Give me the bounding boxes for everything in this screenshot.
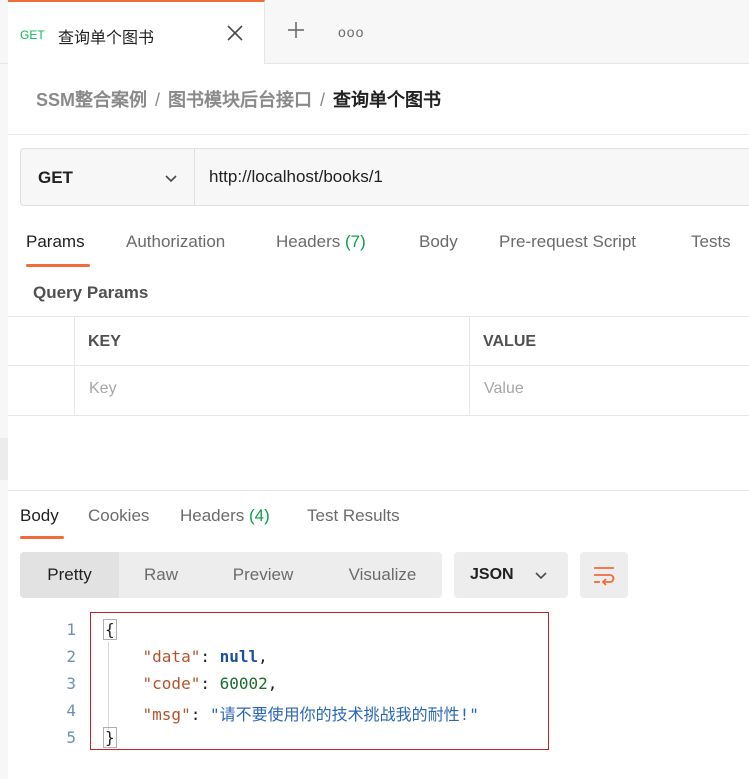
url-bar: GET http://localhost/books/1 — [20, 148, 749, 206]
format-preview-button[interactable]: Preview — [203, 552, 323, 598]
more-tabs-icon[interactable]: ooo — [338, 24, 364, 40]
method-select[interactable]: GET — [21, 149, 195, 205]
headers-count: (7) — [345, 232, 366, 251]
gutter-mark — [0, 438, 8, 480]
chevron-down-icon — [165, 175, 177, 183]
response-tab-cookies[interactable]: Cookies — [88, 506, 149, 526]
tab-authorization[interactable]: Authorization — [126, 232, 225, 252]
table-row-divider — [8, 365, 749, 366]
tab-title: 查询单个图书 — [58, 30, 155, 47]
active-response-tab-indicator — [20, 536, 64, 539]
breadcrumb-separator: / — [155, 90, 161, 110]
line-number: 2 — [66, 647, 76, 666]
tab-label: Pre-request Script — [499, 232, 636, 251]
breadcrumb-separator: / — [320, 90, 326, 110]
language-label: JSON — [470, 566, 514, 583]
param-value-input[interactable]: Value — [484, 380, 524, 398]
plus-icon[interactable] — [286, 20, 306, 40]
url-input[interactable]: http://localhost/books/1 — [209, 167, 383, 187]
breadcrumb: SSM整合案例 / 图书模块后台接口 / 查询单个图书 — [36, 86, 441, 112]
tab-label: Params — [26, 232, 85, 251]
format-toggle-group: Pretty Raw Preview Visualize — [20, 552, 442, 598]
column-header-value: VALUE — [483, 333, 537, 350]
tab-bar: GET 查询单个图书 ooo — [0, 0, 749, 64]
divider — [8, 490, 749, 491]
table-column-divider — [469, 317, 470, 415]
response-tab-body[interactable]: Body — [20, 506, 59, 526]
line-number: 1 — [66, 620, 76, 639]
tab-body[interactable]: Body — [419, 232, 458, 252]
wrap-lines-button[interactable] — [580, 552, 628, 598]
line-number: 4 — [66, 701, 76, 720]
divider — [8, 134, 749, 135]
query-params-title: Query Params — [33, 283, 149, 302]
tab-label: Tests — [691, 232, 731, 251]
tab-label: Headers — [276, 232, 341, 251]
highlight-box — [90, 612, 549, 750]
format-raw-button[interactable]: Raw — [119, 552, 203, 598]
left-gutter — [0, 64, 8, 779]
request-tab[interactable]: GET 查询单个图书 — [8, 0, 265, 64]
params-table: KEY VALUE Key Value — [8, 316, 749, 416]
format-pretty-button[interactable]: Pretty — [20, 552, 119, 598]
language-select[interactable]: JSON — [454, 552, 568, 598]
tab-pre-request-script[interactable]: Pre-request Script — [499, 232, 636, 252]
tab-label: Body — [419, 232, 458, 251]
param-key-input[interactable]: Key — [89, 380, 117, 398]
tab-params[interactable]: Params — [26, 232, 85, 252]
breadcrumb-item-collection[interactable]: SSM整合案例 — [36, 90, 147, 110]
tab-label: Authorization — [126, 232, 226, 251]
response-tab-test-results[interactable]: Test Results — [307, 506, 400, 526]
wrap-lines-icon — [594, 567, 615, 586]
response-tab-headers[interactable]: Headers (4) — [180, 506, 270, 526]
response-headers-count: (4) — [249, 506, 270, 525]
tab-label: Headers — [180, 506, 245, 525]
breadcrumb-current[interactable]: 查询单个图书 — [333, 90, 441, 110]
line-number: 5 — [66, 728, 76, 747]
active-tab-indicator — [26, 264, 90, 267]
format-visualize-button[interactable]: Visualize — [323, 552, 442, 598]
method-label: GET — [38, 168, 73, 187]
close-icon[interactable] — [224, 22, 246, 44]
breadcrumb-item-folder[interactable]: 图书模块后台接口 — [168, 90, 312, 110]
chevron-down-icon — [535, 572, 547, 580]
line-number: 3 — [66, 674, 76, 693]
tab-method-badge: GET — [20, 28, 45, 42]
tab-headers[interactable]: Headers (7) — [276, 232, 366, 252]
table-column-divider — [74, 317, 75, 415]
column-header-key: KEY — [88, 333, 121, 350]
tab-tests[interactable]: Tests — [691, 232, 731, 252]
